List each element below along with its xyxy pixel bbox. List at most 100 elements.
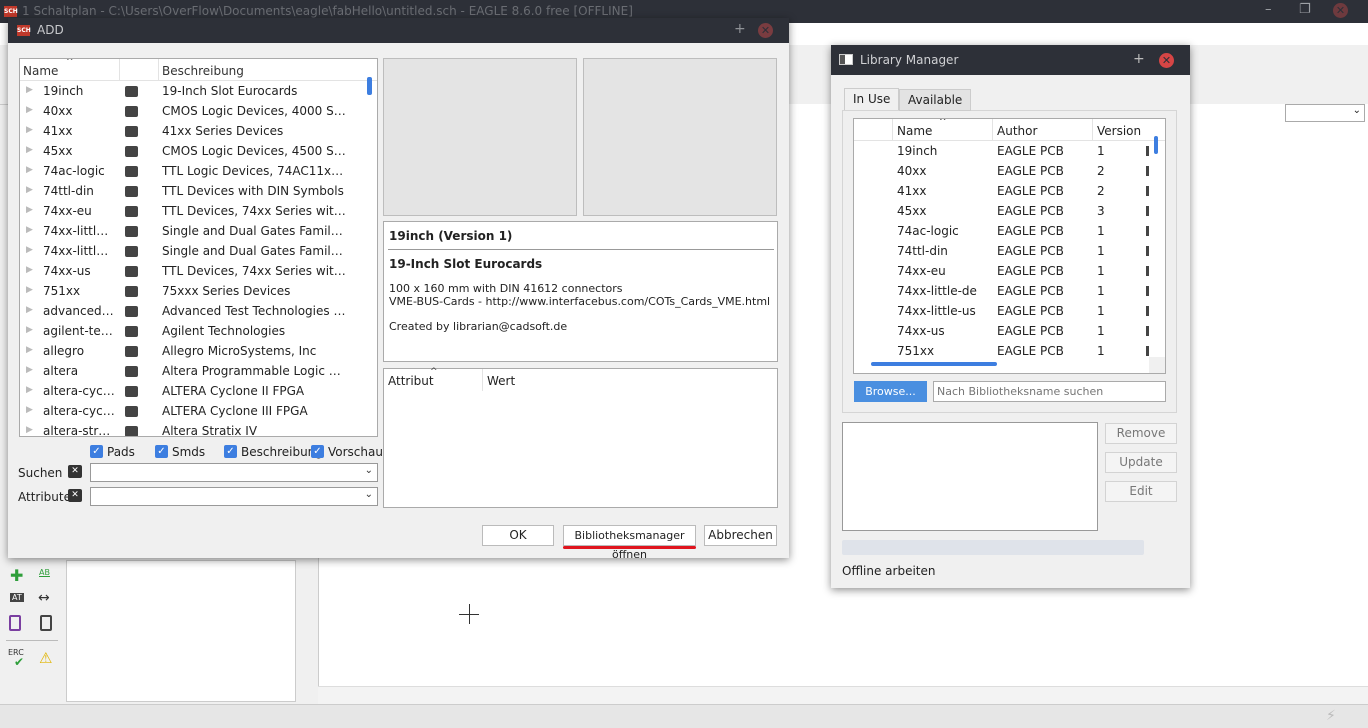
library-row[interactable]: ▶ altera Altera Programmable Logic Devices bbox=[20, 361, 377, 381]
warning-icon[interactable]: ⚠ bbox=[39, 649, 52, 667]
library-row[interactable]: ▶ 74xx-us TTL Devices, 74xx Series with US… bbox=[20, 261, 377, 281]
lm-column-author[interactable]: Author bbox=[997, 124, 1037, 138]
lm-row[interactable]: 74xx-little-de EAGLE PCB 1 bbox=[854, 281, 1165, 301]
smds-checkbox[interactable]: ✓ bbox=[155, 445, 168, 458]
clear-attribute-icon[interactable]: ✕ bbox=[68, 489, 82, 502]
attribute-combo[interactable]: ⌄ bbox=[90, 487, 378, 506]
info-heading: 19inch (Version 1) bbox=[389, 229, 513, 243]
lm-row-name: 74xx-us bbox=[897, 324, 945, 338]
expand-arrow-icon[interactable]: ▶ bbox=[26, 425, 33, 435]
expand-arrow-icon[interactable]: ▶ bbox=[26, 365, 33, 375]
lm-row[interactable]: 751xx EAGLE PCB 1 bbox=[854, 341, 1165, 361]
dialog-close-icon[interactable]: ✕ bbox=[758, 23, 773, 38]
lm-row-author: EAGLE PCB bbox=[997, 304, 1064, 318]
pads-checkbox[interactable]: ✓ bbox=[90, 445, 103, 458]
expand-arrow-icon[interactable]: ▶ bbox=[26, 145, 33, 155]
lm-pin-icon[interactable]: + bbox=[1133, 51, 1145, 67]
add-part-icon[interactable]: ✚ bbox=[10, 566, 23, 585]
library-row[interactable]: ▶ 19inch 19-Inch Slot Eurocards bbox=[20, 81, 377, 101]
expand-arrow-icon[interactable]: ▶ bbox=[26, 205, 33, 215]
remove-button[interactable]: Remove bbox=[1105, 423, 1177, 444]
expand-arrow-icon[interactable]: ▶ bbox=[26, 345, 33, 355]
pin-icon[interactable]: + bbox=[734, 21, 746, 37]
lm-row[interactable]: 41xx EAGLE PCB 2 bbox=[854, 181, 1165, 201]
library-row[interactable]: ▶ altera-strati... Altera Stratix IV bbox=[20, 421, 377, 436]
library-search-input[interactable] bbox=[933, 381, 1166, 402]
expand-arrow-icon[interactable]: ▶ bbox=[26, 105, 33, 115]
library-row[interactable]: ▶ 74xx-little-de Single and Dual Gates Fam… bbox=[20, 221, 377, 241]
library-row[interactable]: ▶ allegro Allegro MicroSystems, Inc bbox=[20, 341, 377, 361]
lm-column-name[interactable]: Name bbox=[897, 124, 932, 138]
attribute-icon[interactable]: AT bbox=[10, 593, 24, 602]
library-tree[interactable]: Name ^ Beschreibung ▶ 19inch 19-Inch Slot … bbox=[19, 58, 378, 437]
library-tree-scrollbar[interactable] bbox=[367, 77, 372, 95]
move-horizontal-icon[interactable]: ↔ bbox=[38, 590, 50, 606]
lm-row-version: 1 bbox=[1097, 284, 1105, 298]
browse-button[interactable]: Browse... bbox=[854, 381, 927, 402]
lm-row[interactable]: 74ttl-din EAGLE PCB 1 bbox=[854, 241, 1165, 261]
column-name[interactable]: Name bbox=[23, 64, 58, 78]
update-button[interactable]: Update bbox=[1105, 452, 1177, 473]
library-row[interactable]: ▶ 41xx 41xx Series Devices bbox=[20, 121, 377, 141]
minimize-icon[interactable]: – bbox=[1265, 2, 1272, 17]
lm-row[interactable]: 45xx EAGLE PCB 3 bbox=[854, 201, 1165, 221]
lm-row[interactable]: 74xx-eu EAGLE PCB 1 bbox=[854, 261, 1165, 281]
expand-arrow-icon[interactable]: ▶ bbox=[26, 245, 33, 255]
vorschau-checkbox[interactable]: ✓ bbox=[311, 445, 324, 458]
column-attribut[interactable]: Attribut bbox=[388, 374, 434, 388]
lm-row[interactable]: 74xx-us EAGLE PCB 1 bbox=[854, 321, 1165, 341]
column-wert[interactable]: Wert bbox=[487, 374, 515, 388]
lm-row[interactable]: 19inch EAGLE PCB 1 bbox=[854, 141, 1165, 161]
open-library-manager-button[interactable]: Bibliotheksmanager öffnen bbox=[563, 525, 696, 561]
lm-column-version[interactable]: Version bbox=[1097, 124, 1141, 138]
part-icon[interactable] bbox=[40, 615, 52, 631]
lm-vscroll[interactable] bbox=[1154, 136, 1158, 154]
library-row[interactable]: ▶ altera-cyclo... ALTERA Cyclone II FPGA bbox=[20, 381, 377, 401]
library-row[interactable]: ▶ 751xx 75xxx Series Devices bbox=[20, 281, 377, 301]
library-row[interactable]: ▶ 45xx CMOS Logic Devices, 4500 Series bbox=[20, 141, 377, 161]
installed-libraries-table[interactable]: Name ^ Author Version 19inch EAGLE PCB 1 40… bbox=[853, 118, 1166, 374]
tab-in-use[interactable]: In Use bbox=[844, 88, 900, 110]
expand-arrow-icon[interactable]: ▶ bbox=[26, 225, 33, 235]
column-description[interactable]: Beschreibung bbox=[162, 64, 244, 78]
close-icon[interactable]: ✕ bbox=[1333, 3, 1348, 18]
grid-combo[interactable]: ⌄ bbox=[1285, 104, 1365, 122]
edit-button[interactable]: Edit bbox=[1105, 481, 1177, 502]
cancel-button[interactable]: Abbrechen bbox=[704, 525, 777, 546]
expand-arrow-icon[interactable]: ▶ bbox=[26, 405, 33, 415]
lm-hscroll[interactable] bbox=[871, 362, 997, 366]
library-row[interactable]: ▶ advanced-t... Advanced Test Technologies… bbox=[20, 301, 377, 321]
lm-close-icon[interactable]: ✕ bbox=[1159, 53, 1174, 68]
value-icon[interactable]: AB bbox=[39, 568, 50, 577]
library-row[interactable]: ▶ 40xx CMOS Logic Devices, 4000 Series bbox=[20, 101, 377, 121]
library-icon bbox=[125, 226, 138, 237]
library-row[interactable]: ▶ 74ac-logic TTL Logic Devices, 74AC11xx a… bbox=[20, 161, 377, 181]
library-row[interactable]: ▶ 74xx-eu TTL Devices, 74xx Series with Eu… bbox=[20, 201, 377, 221]
expand-arrow-icon[interactable]: ▶ bbox=[26, 125, 33, 135]
library-row[interactable]: ▶ altera-cyclo... ALTERA Cyclone III FPGA bbox=[20, 401, 377, 421]
expand-arrow-icon[interactable]: ▶ bbox=[26, 325, 33, 335]
expand-arrow-icon[interactable]: ▶ bbox=[26, 165, 33, 175]
gate-icon[interactable] bbox=[9, 615, 21, 631]
expand-arrow-icon[interactable]: ▶ bbox=[26, 265, 33, 275]
lm-row[interactable]: 74xx-little-us EAGLE PCB 1 bbox=[854, 301, 1165, 321]
expand-arrow-icon[interactable]: ▶ bbox=[26, 85, 33, 95]
restore-icon[interactable]: ❐ bbox=[1299, 2, 1311, 17]
library-row[interactable]: ▶ 74xx-little-us Single and Dual Gates Fam… bbox=[20, 241, 377, 261]
canvas-hscroll[interactable] bbox=[318, 686, 1368, 704]
library-row[interactable]: ▶ agilent-tech... Agilent Technologies bbox=[20, 321, 377, 341]
expand-arrow-icon[interactable]: ▶ bbox=[26, 185, 33, 195]
tab-available[interactable]: Available bbox=[899, 89, 972, 111]
expand-arrow-icon[interactable]: ▶ bbox=[26, 385, 33, 395]
beschreibung-checkbox[interactable]: ✓ bbox=[224, 445, 237, 458]
expand-arrow-icon[interactable]: ▶ bbox=[26, 285, 33, 295]
attribute-table[interactable]: Attribut ^ Wert bbox=[383, 367, 778, 508]
search-combo[interactable]: ⌄ bbox=[90, 463, 378, 482]
library-name: 74xx-little-de bbox=[43, 224, 115, 238]
lm-row[interactable]: 74ac-logic EAGLE PCB 1 bbox=[854, 221, 1165, 241]
library-row[interactable]: ▶ 74ttl-din TTL Devices with DIN Symbols bbox=[20, 181, 377, 201]
lm-row[interactable]: 40xx EAGLE PCB 2 bbox=[854, 161, 1165, 181]
expand-arrow-icon[interactable]: ▶ bbox=[26, 305, 33, 315]
clear-search-icon[interactable]: ✕ bbox=[68, 465, 82, 478]
ok-button[interactable]: OK bbox=[482, 525, 554, 546]
